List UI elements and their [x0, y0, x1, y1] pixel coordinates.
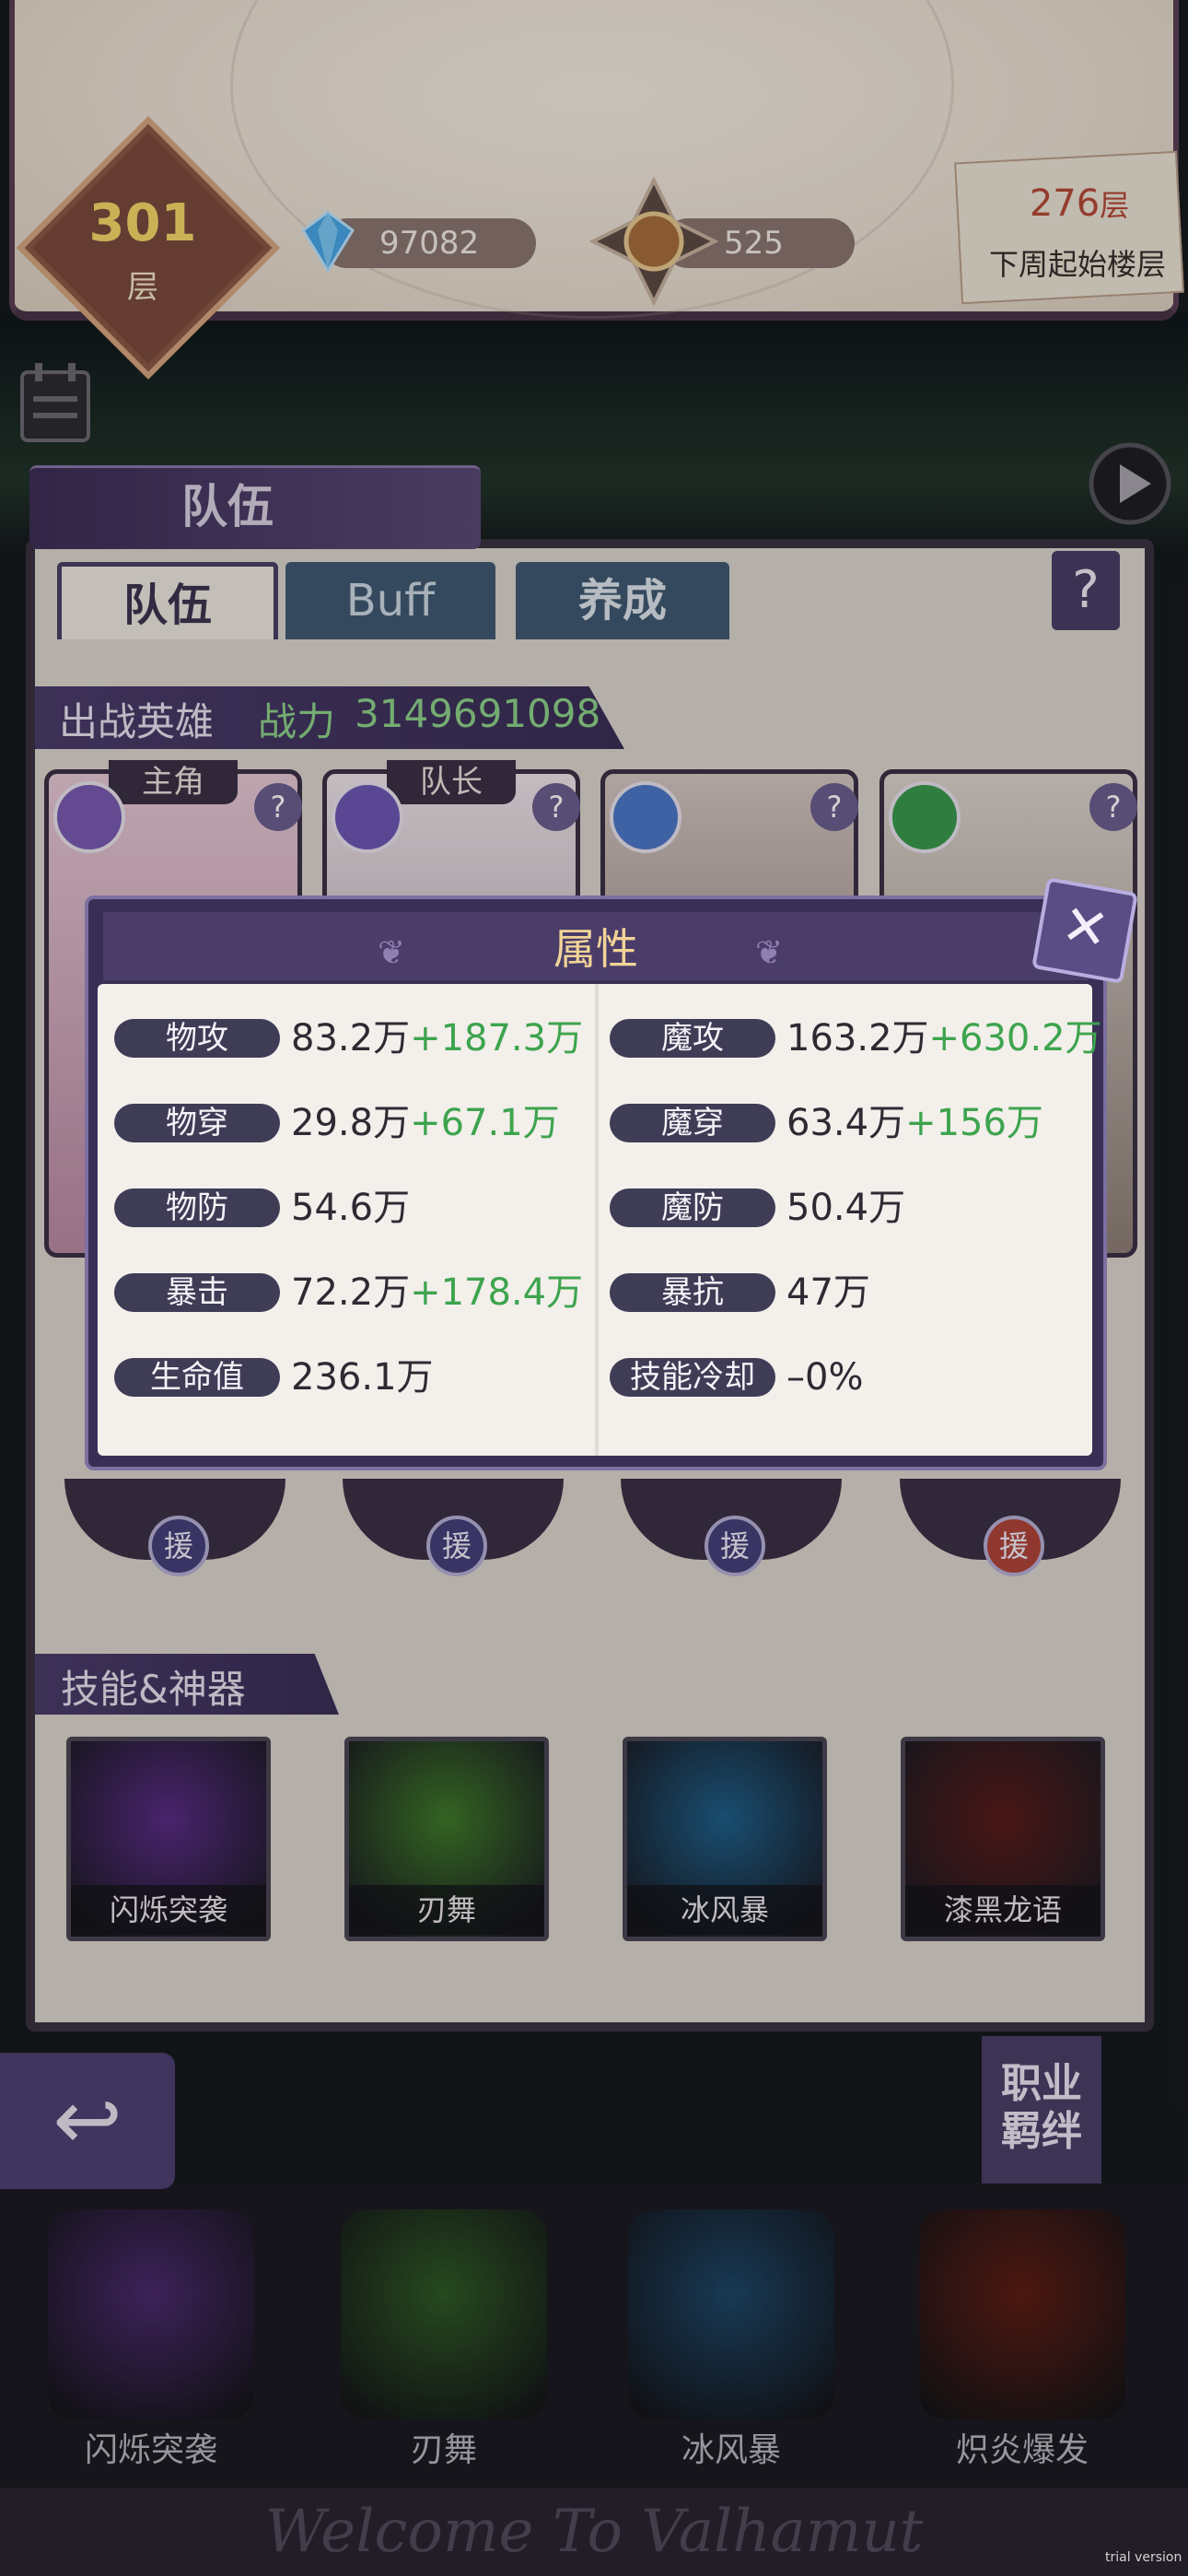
stat-label: 暴击	[114, 1273, 280, 1312]
stat-label: 魔防	[610, 1188, 775, 1227]
flourish-icon: ❦	[378, 934, 406, 972]
stat-bonus: +178.4万	[410, 1271, 584, 1314]
stat-row: 163.2万+630.2万	[786, 1017, 1102, 1060]
stat-row: 83.2万+187.3万	[291, 1017, 583, 1060]
stat-value: 29.8万	[291, 1102, 411, 1144]
attributes-title: 属性	[553, 924, 638, 974]
close-icon: ✕	[1056, 892, 1114, 964]
stat-bonus: +630.2万	[928, 1017, 1102, 1060]
stat-row: 63.4万+156万	[786, 1102, 1043, 1144]
stat-label: 魔攻	[610, 1019, 775, 1058]
stat-value: 83.2万	[291, 1017, 411, 1060]
flourish-icon: ❦	[755, 934, 784, 972]
stat-label: 物攻	[114, 1019, 280, 1058]
stat-row: –0%	[786, 1356, 863, 1399]
close-button[interactable]: ✕	[1031, 877, 1138, 984]
attributes-divider	[595, 984, 599, 1456]
stat-row: 236.1万	[291, 1356, 434, 1399]
stat-value: 47万	[786, 1271, 870, 1314]
stat-row: 54.6万	[291, 1187, 410, 1229]
stat-bonus: +156万	[905, 1102, 1043, 1144]
stat-label: 生命值	[114, 1358, 280, 1397]
stat-label: 技能冷却	[610, 1358, 775, 1397]
stat-label: 物穿	[114, 1104, 280, 1142]
stat-value: 54.6万	[291, 1187, 411, 1229]
stat-value: 236.1万	[291, 1356, 434, 1399]
stat-label: 暴抗	[610, 1273, 775, 1312]
stat-value: 72.2万	[291, 1271, 411, 1314]
stat-row: 72.2万+178.4万	[291, 1271, 583, 1314]
stat-value: –0%	[786, 1356, 864, 1399]
stat-row: 29.8万+67.1万	[291, 1102, 560, 1144]
stat-label: 物防	[114, 1188, 280, 1227]
stat-bonus: +67.1万	[410, 1102, 560, 1144]
stat-value: 63.4万	[786, 1102, 906, 1144]
stat-row: 50.4万	[786, 1187, 905, 1229]
stat-row: 47万	[786, 1271, 870, 1314]
stat-bonus: +187.3万	[410, 1017, 584, 1060]
stat-value: 50.4万	[786, 1187, 906, 1229]
stat-value: 163.2万	[786, 1017, 929, 1060]
stat-label: 魔穿	[610, 1104, 775, 1142]
